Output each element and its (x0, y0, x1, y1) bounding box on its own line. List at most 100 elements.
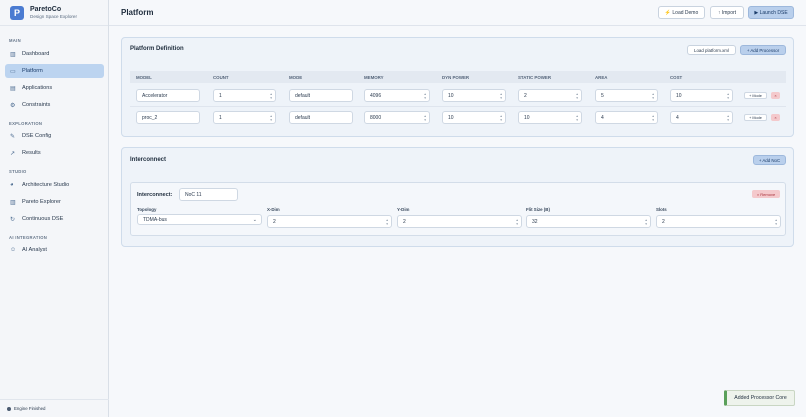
memory-input[interactable]: 8000 ▴ ▾ (364, 111, 430, 124)
static-power-value: 10 (524, 114, 530, 121)
monitor-icon: ▭ (10, 68, 16, 75)
platform-definition-panel: Platform Definition Load platform.xml + … (121, 37, 794, 137)
topology-select[interactable]: TDMA-bus ⌄ (137, 214, 262, 225)
ydim-value: 2 (403, 218, 406, 225)
brand-subtitle: Design Space Explorer (30, 13, 77, 19)
memory-input[interactable]: 4096 ▴ ▾ (364, 89, 430, 102)
count-input[interactable]: 1 ▴ ▾ (213, 111, 276, 124)
column-header: MEMORY (364, 75, 384, 80)
load-demo-button[interactable]: ⚡ Load Demo (658, 6, 705, 19)
dyn-power-value: 10 (448, 92, 454, 99)
mode-input[interactable]: default (289, 111, 353, 124)
sidebar-item-results[interactable]: ↗ Results (5, 146, 104, 160)
flit-size-value: 32 (532, 218, 538, 225)
stepper-icon[interactable]: ▴ ▾ (270, 92, 272, 100)
stepper-icon[interactable]: ▴ ▾ (424, 114, 426, 122)
memory-value: 4096 (370, 92, 382, 99)
sidebar-item-platform[interactable]: ▭ Platform (5, 64, 104, 78)
sidebar-item-label: Dashboard (22, 51, 50, 57)
stepper-icon[interactable]: ▴ ▾ (775, 218, 777, 226)
refresh-icon: ↻ (10, 216, 16, 223)
mode-input[interactable]: default (289, 89, 353, 102)
gear-icon: ⚙ (10, 102, 16, 109)
launch-dse-button[interactable]: ▶ Launch DSE (748, 6, 794, 19)
sidebar-item-dashboard[interactable]: ▥ Dashboard (5, 47, 104, 61)
add-mode-button[interactable]: + Mode (744, 92, 767, 99)
toast-notification: Added Processor Core (724, 390, 795, 406)
count-value: 1 (219, 114, 222, 121)
stepper-icon[interactable]: ▴ ▾ (500, 114, 502, 122)
panel-title: Platform Definition (130, 46, 184, 52)
static-power-input[interactable]: 2 ▴ ▾ (518, 89, 582, 102)
cost-input[interactable]: 4 ▴ ▾ (670, 111, 733, 124)
section-studio: STUDIO (9, 169, 27, 174)
sidebar-item-applications[interactable]: ▤ Applications (5, 81, 104, 95)
table-header: MODEL COUNT MODE MEMORY DYN POWER STATIC… (130, 71, 786, 83)
cost-input[interactable]: 10 ▴ ▾ (670, 89, 733, 102)
chart-icon: ▥ (10, 51, 16, 58)
stepper-icon[interactable]: ▴ ▾ (576, 92, 578, 100)
logo-icon: P (10, 5, 24, 20)
static-power-value: 2 (524, 92, 527, 99)
import-button[interactable]: ↑ Import (710, 6, 744, 19)
slots-input[interactable]: 2 ▴ ▾ (656, 215, 781, 228)
sidebar-item-label: Pareto Explorer (22, 199, 61, 205)
add-mode-button[interactable]: + Mode (744, 114, 767, 121)
interconnect-panel: Interconnect + Add NoC Interconnect: NoC… (121, 147, 794, 247)
stepper-icon[interactable]: ▴ ▾ (270, 114, 272, 122)
palette-icon: ◕ (10, 182, 14, 188)
stepper-icon[interactable]: ▴ ▾ (386, 218, 388, 226)
model-input[interactable]: proc_2 (136, 111, 200, 124)
sidebar-item-constraints[interactable]: ⚙ Constraints (5, 98, 104, 112)
interconnect-name-input[interactable]: NoC 11 (179, 188, 238, 201)
sidebar-item-label: DSE Config (22, 133, 52, 139)
add-processor-button[interactable]: + Add Processor (740, 45, 786, 55)
area-value: 5 (601, 92, 604, 99)
sidebar-item-architecture-studio[interactable]: ◕ Architecture Studio (5, 178, 104, 192)
sidebar-item-dse-config[interactable]: ✎ DSE Config (5, 129, 104, 143)
engine-status: Engine Finished (0, 399, 109, 417)
load-platform-xml-button[interactable]: Load platform.xml (687, 45, 736, 55)
xdim-input[interactable]: 2 ▴ ▾ (267, 215, 392, 228)
status-dot-icon (7, 406, 11, 411)
table-row: proc_2 1 ▴ ▾ default 8000 ▴ ▾ 10 ▴ ▾ 10 ▴ ▾ 4 ▴ ▾ … (130, 108, 786, 130)
stepper-icon[interactable]: ▴ ▾ (727, 92, 729, 100)
sidebar-item-label: Architecture Studio (22, 182, 70, 188)
sidebar-item-ai-analyst[interactable]: ☺ AI Analyst (5, 243, 104, 257)
slots-value: 2 (662, 218, 665, 225)
brand-name: ParetoCo (30, 5, 62, 13)
stepper-icon[interactable]: ▴ ▾ (516, 218, 518, 226)
dyn-power-input[interactable]: 10 ▴ ▾ (442, 89, 506, 102)
stepper-icon[interactable]: ▴ ▾ (500, 92, 502, 100)
dyn-power-value: 10 (448, 114, 454, 121)
stepper-icon[interactable]: ▴ ▾ (727, 114, 729, 122)
page-title: Platform (121, 8, 154, 17)
remove-row-button[interactable]: × (771, 92, 780, 99)
topology-label: Topology (137, 207, 157, 212)
sidebar-item-continuous-dse[interactable]: ↻ Continuous DSE (5, 212, 104, 226)
model-input[interactable]: Accelerator (136, 89, 200, 102)
add-noc-button[interactable]: + Add NoC (753, 155, 786, 165)
xdim-label: X-Dim (267, 207, 280, 212)
slots-label: Slots (656, 207, 667, 212)
sidebar-item-label: AI Analyst (22, 247, 47, 253)
stepper-icon[interactable]: ▴ ▾ (652, 114, 654, 122)
sidebar-item-label: Applications (22, 85, 53, 91)
flit-size-input[interactable]: 32 ▴ ▾ (526, 215, 651, 228)
count-input[interactable]: 1 ▴ ▾ (213, 89, 276, 102)
stepper-icon[interactable]: ▴ ▾ (645, 218, 647, 226)
ydim-input[interactable]: 2 ▴ ▾ (397, 215, 522, 228)
dyn-power-input[interactable]: 10 ▴ ▾ (442, 111, 506, 124)
column-header: COUNT (213, 75, 229, 80)
area-input[interactable]: 5 ▴ ▾ (595, 89, 658, 102)
stepper-icon[interactable]: ▴ ▾ (576, 114, 578, 122)
sidebar-item-pareto-explorer[interactable]: ▥ Pareto Explorer (5, 195, 104, 209)
remove-interconnect-button[interactable]: × Remove (752, 190, 780, 198)
column-header: DYN POWER (442, 75, 470, 80)
stepper-icon[interactable]: ▴ ▾ (424, 92, 426, 100)
area-input[interactable]: 4 ▴ ▾ (595, 111, 658, 124)
static-power-input[interactable]: 10 ▴ ▾ (518, 111, 582, 124)
remove-row-button[interactable]: × (771, 114, 780, 121)
sidebar: P ParetoCo Design Space Explorer MAIN ▥ D… (0, 0, 109, 417)
stepper-icon[interactable]: ▴ ▾ (652, 92, 654, 100)
